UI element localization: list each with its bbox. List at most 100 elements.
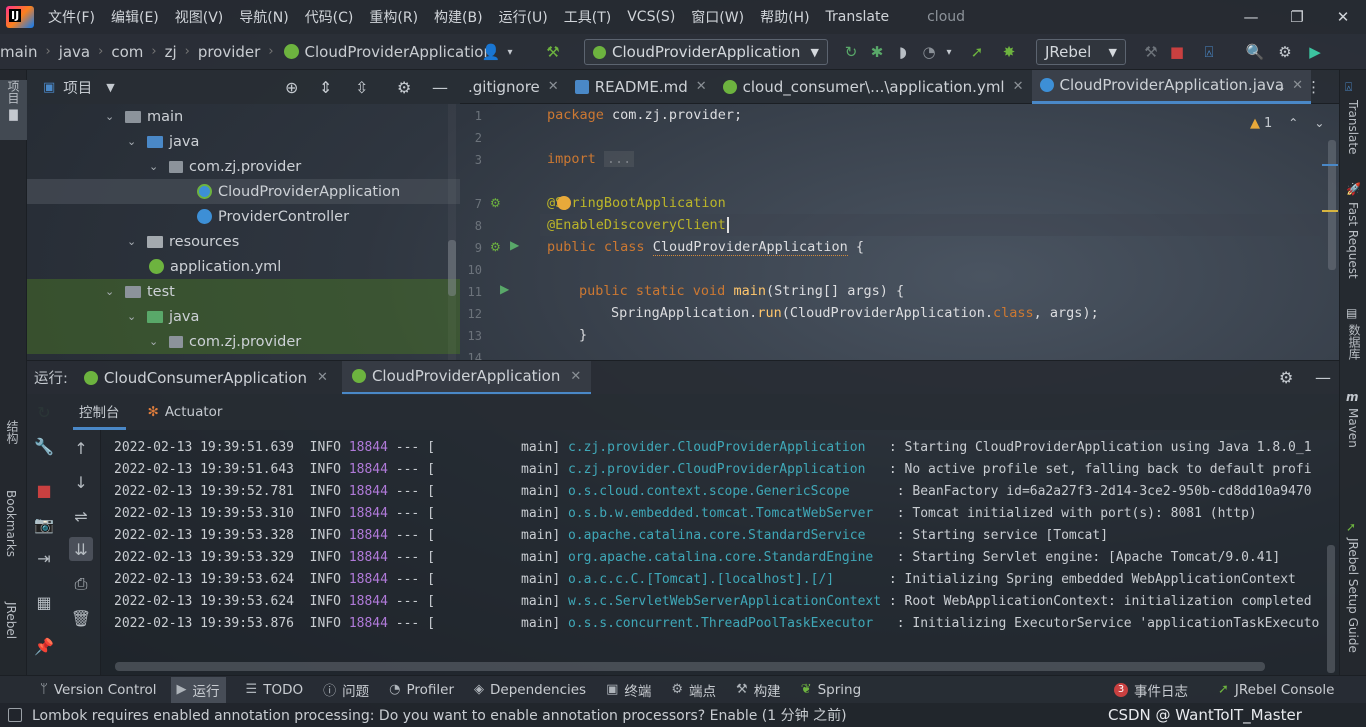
search-icon[interactable]: 🔍 [1242,39,1268,65]
gear-icon[interactable]: ⚙ [397,78,411,97]
editor-tab[interactable]: CloudProviderApplication.java ✕ [1031,69,1312,104]
hide-icon[interactable]: — [1315,368,1331,387]
close-tab-icon[interactable]: ✕ [696,79,707,94]
tree-item[interactable]: ProviderController [197,204,349,229]
log-logger[interactable]: c.zj.provider.CloudProviderApplication [568,462,881,477]
log-logger[interactable]: w.s.c.ServletWebServerApplicationContext [568,594,889,609]
close-tab-icon[interactable]: ✕ [317,370,328,385]
project-tool-button[interactable]: 项目 ▇ [0,80,27,140]
code-with-me-icon[interactable]: ▶ [1302,39,1328,65]
tab-console[interactable]: 控制台 [73,394,126,430]
tree-item[interactable]: ⌄ resources [127,229,239,254]
chevron-down-icon[interactable]: ⌄ [127,235,141,248]
soft-wrap-icon[interactable]: ⇌ [69,504,93,528]
console-h-scrollbar[interactable] [115,662,1265,671]
close-icon[interactable]: ✕ [1320,0,1366,34]
jrebel-guide-tool-button[interactable]: JRebel Setup Guide [1346,538,1360,653]
project-panel-title[interactable]: 项目 [63,77,92,98]
log-logger[interactable]: o.s.s.concurrent.ThreadPoolTaskExecutor [568,616,889,631]
jrebel-debug-icon[interactable]: ✸ [996,39,1022,65]
editor-tab[interactable]: README.md ✕ [567,70,715,104]
print-icon[interactable]: ⎙ [69,572,93,596]
gear-icon[interactable]: ⚙ [1279,368,1293,387]
status-endpoints[interactable]: ⚙ 端点 [671,680,716,700]
tab-actuator[interactable]: ✻ Actuator [142,394,229,430]
inspection-widget[interactable]: ▲ 1 ⌃ ⌄ [1250,114,1324,132]
build-hammer-icon[interactable]: ⚒ [540,39,566,65]
chevron-down-icon[interactable]: ⌄ [149,160,163,173]
chevron-down-icon[interactable]: ⌄ [105,285,119,298]
menu-item[interactable]: 视图(V) [167,7,232,27]
tree-item[interactable]: application.yml [149,254,281,279]
chevron-down-icon[interactable]: ⌄ [1314,116,1324,130]
jrebel-run-icon[interactable]: ➚ [964,39,990,65]
chevron-up-icon[interactable]: ⌃ [1288,116,1298,130]
status-build[interactable]: ⚒ 构建 [736,680,781,700]
chevron-down-icon[interactable]: ▾ [504,39,516,65]
pin-icon[interactable]: 📌 [32,634,56,658]
arrow-down-icon[interactable]: ↓ [69,470,93,494]
fast-request-tool-button[interactable]: Fast Request [1346,202,1360,279]
stop-icon[interactable]: ■ [1164,39,1190,65]
menu-item[interactable]: 帮助(H) [752,7,817,27]
run-gutter-icon[interactable]: ▶ [500,282,509,296]
jrebel-select[interactable]: JRebel ▼ [1036,39,1126,65]
camera-icon[interactable]: 📷 [32,512,56,536]
user-icon[interactable]: 👤 [478,39,504,65]
console-output[interactable]: 2022-02-13 19:39:51.639 INFO 18844 --- [… [101,430,1339,675]
rerun-icon[interactable]: ↻ [838,39,864,65]
status-run[interactable]: ▶ 运行 [170,676,226,703]
tree-item[interactable]: ⌄ test [27,279,460,304]
tree-item[interactable]: ⌄ com.zj.provider [149,154,301,179]
debug-bug-icon[interactable]: ✱ [864,39,890,65]
exit-icon[interactable]: ⇥ [32,546,56,570]
chevron-down-icon[interactable]: ⌄ [127,135,141,148]
close-tab-icon[interactable]: ✕ [548,79,559,94]
status-problems[interactable]: ⓘ 问题 [323,680,369,700]
breadcrumb-item[interactable]: java [59,43,90,61]
status-todo[interactable]: ☰ TODO [246,682,304,698]
editor-tab[interactable]: .gitignore ✕ [460,70,567,104]
expand-all-icon[interactable]: ⇕ [319,78,332,97]
status-jrebel-console[interactable]: ➚ JRebel Console [1218,682,1334,698]
tree-item[interactable]: CloudProviderApplication [27,179,460,204]
maximize-icon[interactable]: ❐ [1274,0,1320,34]
breadcrumb-item[interactable]: provider [198,43,261,61]
editor-scrollbar[interactable] [1328,140,1336,270]
breadcrumb-item[interactable]: main [0,43,37,61]
translate-icon[interactable]: ⍓ [1196,39,1222,65]
database-tool-button[interactable]: 数据库 [1346,324,1363,360]
log-logger[interactable]: c.zj.provider.CloudProviderApplication [568,440,881,455]
message-toggle-icon[interactable] [8,708,22,722]
log-logger[interactable]: org.apache.catalina.core.StandardEngine [568,550,889,565]
status-dependencies[interactable]: ◈ Dependencies [474,682,586,698]
hide-icon[interactable]: — [432,78,448,97]
menu-item[interactable]: 编辑(E) [103,7,167,27]
menu-item[interactable]: 运行(U) [491,7,556,27]
log-logger[interactable]: o.a.c.c.C.[Tomcat].[localhost].[/] [568,572,881,587]
run-tab-provider[interactable]: CloudProviderApplication ✕ [341,360,592,395]
coverage-shield-icon[interactable]: ◗ [890,39,916,65]
log-logger[interactable]: o.s.b.w.embedded.tomcat.TomcatWebServer [568,506,889,521]
log-logger[interactable]: o.s.cloud.context.scope.GenericScope [568,484,889,499]
breadcrumb-item[interactable]: zj [165,43,177,61]
intellij-logo-icon[interactable] [6,6,34,28]
more-icon[interactable]: ⋮ [1306,78,1321,96]
spring-bean-icon[interactable]: ⚙ [490,196,501,210]
console-v-scrollbar[interactable] [1327,545,1335,673]
status-event-log[interactable]: 3 事件日志 [1114,680,1188,700]
chevron-down-icon[interactable]: ⌄ [1276,80,1286,94]
menu-item[interactable]: 导航(N) [231,7,296,27]
menu-item[interactable]: 代码(C) [297,7,362,27]
profile-icon[interactable]: ◔ [916,39,942,65]
run-gutter-icon[interactable]: ▶ [510,238,519,252]
chevron-down-icon[interactable]: ⌄ [149,335,163,348]
status-spring[interactable]: ❦ Spring [801,682,861,698]
structure-tool-button[interactable]: 结构 [4,420,21,444]
run-tab-consumer[interactable]: CloudConsumerApplication ✕ [74,361,338,395]
bookmarks-tool-button[interactable]: Bookmarks [4,490,18,557]
lombok-message[interactable]: Lombok requires enabled annotation proce… [32,705,847,725]
status-profiler[interactable]: ◔ Profiler [389,682,454,698]
log-logger[interactable]: o.apache.catalina.core.StandardService [568,528,889,543]
menu-item[interactable]: VCS(S) [619,9,683,25]
